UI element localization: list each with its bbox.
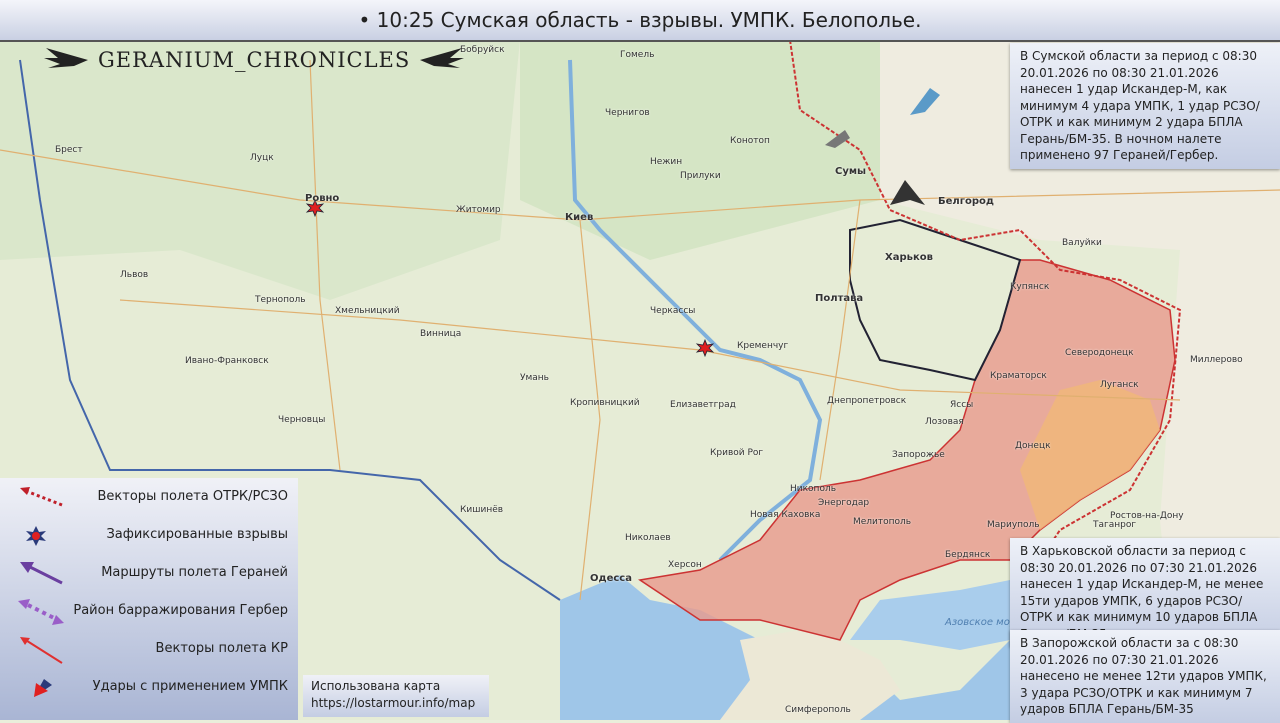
city-label: Донецк	[1015, 441, 1051, 451]
city-label: Хмельницкий	[335, 306, 400, 316]
city-label: Днепропетровск	[827, 396, 907, 406]
city-label: Львов	[120, 270, 149, 280]
city-label: Конотоп	[730, 136, 770, 146]
legend-item-geran-routes: Маршруты полета Гераней	[0, 559, 298, 589]
legend-item-otrk: Векторы полета ОТРК/РСЗО	[0, 483, 298, 513]
city-label: Ивано-Франковск	[185, 356, 269, 366]
city-label: Таганрог	[1093, 520, 1137, 530]
logo-text: GERANIUM_CHRONICLES	[98, 48, 411, 72]
city-label: Луганск	[1100, 380, 1139, 390]
wings-left-icon	[44, 48, 88, 68]
city-label: Черновцы	[278, 415, 326, 425]
city-label: Гомель	[620, 50, 655, 60]
city-label: Житомир	[456, 205, 501, 215]
city-label: Елизаветград	[670, 400, 736, 410]
city-label: Мелитополь	[853, 517, 912, 527]
dotted-red-arrow-icon	[20, 487, 63, 507]
city-label: Сумы	[835, 166, 867, 177]
city-label: Николаев	[625, 533, 671, 543]
map-source-note: Использована карта https://lostarmour.in…	[303, 675, 489, 717]
purple-arrow-icon	[20, 562, 63, 585]
city-label: Никополь	[790, 484, 837, 494]
city-label: Валуйки	[1062, 238, 1102, 248]
city-label: Нежин	[650, 157, 683, 167]
city-label: Одесса	[590, 573, 632, 584]
legend-item-umpk: Удары с применением УМПК	[0, 673, 298, 703]
city-label: Новая Каховка	[750, 510, 821, 520]
city-label: Энергодар	[818, 498, 870, 508]
city-label: Лозовая	[925, 417, 964, 427]
city-label: Ровно	[305, 193, 340, 204]
city-label: Купянск	[1010, 282, 1050, 292]
city-label: Бобруйск	[460, 45, 505, 55]
city-label: Луцк	[250, 153, 274, 163]
explosion-icon	[26, 526, 46, 546]
info-box-sumy: В Сумской области за период с 08:30 20.0…	[1010, 43, 1280, 169]
city-label: Винница	[420, 329, 462, 339]
city-label: Кривой Рог	[710, 448, 764, 458]
city-label: Яссы	[950, 400, 974, 410]
city-label: Симферополь	[785, 705, 851, 715]
city-label: Брест	[55, 145, 83, 155]
city-label: Миллерово	[1190, 355, 1243, 365]
city-label: Умань	[520, 373, 549, 383]
city-label: Северодонецк	[1065, 348, 1134, 358]
city-label: Черкассы	[650, 306, 696, 316]
logo: GERANIUM_CHRONICLES	[44, 46, 465, 74]
city-label: Полтава	[815, 293, 864, 304]
source-label: Использована карта	[311, 679, 441, 693]
city-label: Кременчуг	[737, 341, 789, 351]
city-label: Харьков	[885, 252, 933, 263]
city-label: Чернигов	[605, 108, 650, 118]
wings-right-icon	[420, 48, 465, 68]
city-label: Краматорск	[990, 371, 1047, 381]
city-label: Тернополь	[255, 295, 306, 305]
city-label: Херсон	[668, 560, 702, 570]
city-label: Киев	[565, 212, 594, 223]
legend-item-gerber-loiter: Район барражирования Гербер	[0, 597, 298, 627]
legend: Векторы полета ОТРК/РСЗО Зафиксированные…	[0, 478, 298, 720]
page-title: • 10:25 Сумская область - взрывы. УМПК. …	[0, 0, 1280, 42]
city-label: Белгород	[938, 196, 994, 207]
source-link[interactable]: https://lostarmour.info/map	[311, 695, 481, 712]
info-box-zaporozhye: В Запорожской области за с 08:30 20.01.2…	[1010, 630, 1280, 723]
legend-item-cruise-missiles: Векторы полета КР	[0, 635, 298, 665]
purple-double-arrow-icon	[18, 599, 64, 625]
city-label: Запорожье	[892, 450, 945, 460]
red-outline-arrow-icon	[20, 637, 63, 664]
city-label: Мариуполь	[987, 520, 1040, 530]
umpk-bomb-icon	[34, 679, 52, 697]
city-label: Бердянск	[945, 550, 991, 560]
city-label: Прилуки	[680, 171, 721, 181]
city-label: Кропивницкий	[570, 398, 640, 408]
legend-item-explosions: Зафиксированные взрывы	[0, 521, 298, 551]
city-label: Кишинёв	[460, 505, 504, 515]
